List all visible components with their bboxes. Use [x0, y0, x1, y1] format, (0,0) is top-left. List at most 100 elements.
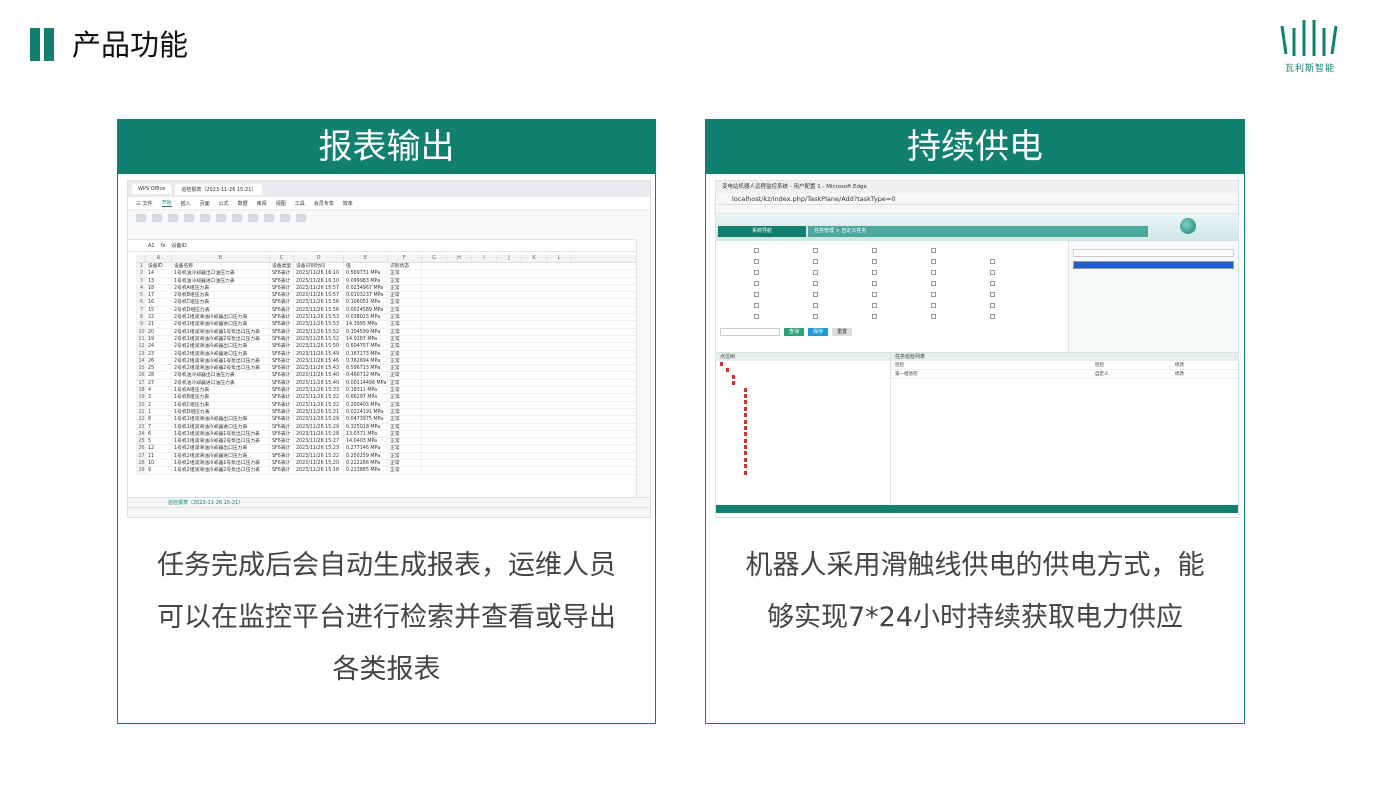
table-cell[interactable]: 2号机油冷却器进口油压力表 — [172, 379, 270, 387]
table-cell[interactable]: SF6表计 — [270, 401, 294, 408]
table-cell[interactable]: 正常 — [388, 321, 422, 328]
save-button[interactable]: 保存 — [808, 328, 828, 336]
table-cell[interactable]: 2023/11/26 15:40 — [294, 379, 344, 387]
table-cell[interactable]: 正常 — [388, 401, 422, 408]
table-cell[interactable]: 0.460712 MPa — [344, 372, 388, 379]
table-cell[interactable]: 21 — [146, 321, 172, 328]
table-cell[interactable]: 正常 — [388, 394, 422, 401]
table-cell[interactable]: 0.0024589 MPa — [344, 306, 388, 314]
header-cell[interactable]: 设备识别时间 — [294, 263, 344, 270]
row-number[interactable]: 24 — [136, 430, 146, 438]
table-cell[interactable]: 2号机2组润滑油冷却器进口压力表 — [172, 350, 270, 357]
table-row[interactable]: 6 16 2号机C组压力表 SF6表计 2023/11/26 15:56 0.106051… — [136, 299, 636, 307]
table-cell[interactable]: 0.596713 MPa — [344, 365, 388, 372]
table-cell[interactable]: 2号机2组润滑油冷却器2号泵出口压力表 — [172, 365, 270, 372]
table-cell[interactable]: SF6表计 — [270, 460, 294, 467]
menu-member[interactable]: 会员专享 — [314, 200, 334, 207]
table-cell[interactable]: 15 — [146, 306, 172, 314]
table-row[interactable]: 8 22 2号机1组润滑油冷却器出口压力表 SF6表计 2023/11/26 15:53… — [136, 314, 636, 322]
col-header[interactable]: B — [172, 255, 270, 262]
table-row[interactable]: 22 8 1号机1组润滑油冷却器出口压力表 SF6表计 2023/11/26 15:29… — [136, 416, 636, 424]
menu-formula[interactable]: 公式 — [219, 200, 229, 207]
col-header[interactable]: I — [472, 255, 497, 262]
table-cell[interactable]: 正常 — [388, 460, 422, 467]
table-cell[interactable]: 正常 — [388, 277, 422, 284]
table-cell[interactable]: 14.0287 MPa — [344, 335, 388, 343]
table-cell[interactable]: 0.66297 MPa — [344, 394, 388, 401]
table-cell[interactable]: 正常 — [388, 335, 422, 343]
ribbon-format-icon[interactable] — [232, 214, 242, 222]
row-number[interactable]: 22 — [136, 416, 146, 423]
filter-checkbox[interactable] — [813, 281, 818, 286]
table-cell[interactable]: 2023/11/26 15:29 — [294, 423, 344, 430]
ribbon-sum-icon[interactable] — [248, 214, 258, 222]
reset-button[interactable]: 重置 — [832, 328, 852, 336]
table-cell[interactable]: 2号机1组润滑油冷却器进口压力表 — [172, 321, 270, 328]
table-cell[interactable]: 0.250259 MPa — [344, 452, 388, 459]
table-cell[interactable]: 4 — [146, 387, 172, 394]
row-number[interactable]: 7 — [136, 306, 146, 314]
filter-checkbox[interactable] — [931, 292, 936, 297]
table-row[interactable]: 11 19 2号机1组润滑油冷却器2号泵出口压力表 SF6表计 2023/11/26 1… — [136, 335, 636, 344]
table-cell[interactable]: 6 — [146, 430, 172, 438]
table-cell[interactable]: 1号机油冷却器出口油压力表 — [172, 270, 270, 277]
table-cell[interactable]: 2023/11/26 15:33 — [294, 387, 344, 394]
table-cell[interactable]: 2 — [146, 401, 172, 408]
filter-checkbox[interactable] — [813, 270, 818, 275]
table-cell[interactable]: 正常 — [388, 430, 422, 438]
row-number[interactable]: 5 — [136, 292, 146, 299]
table-cell[interactable]: 1号机1组润滑油冷却器进口压力表 — [172, 423, 270, 430]
table-cell[interactable]: 0.200403 MPa — [344, 401, 388, 408]
table-cell[interactable]: 正常 — [388, 357, 422, 365]
row-number[interactable]: 4 — [136, 284, 146, 292]
table-cell[interactable]: SF6表计 — [270, 438, 294, 445]
table-cell[interactable]: 1号机油冷却器进口油压力表 — [172, 277, 270, 284]
table-cell[interactable]: 1号机2组润滑油冷却器出口压力表 — [172, 445, 270, 452]
menu-review[interactable]: 审阅 — [257, 200, 267, 207]
table-cell[interactable]: 2023/11/26 15:29 — [294, 416, 344, 423]
point-tree[interactable] — [716, 361, 890, 476]
header-cell[interactable]: 值 — [344, 263, 388, 270]
table-cell[interactable]: 正常 — [388, 270, 422, 277]
table-cell[interactable]: 0.0473975 MPa — [344, 416, 388, 423]
wps-file-tab[interactable]: 巡检报表（2023-11-26 15:21） — [175, 183, 263, 195]
table-cell[interactable]: 2号机C组压力表 — [172, 299, 270, 306]
table-cell[interactable]: 2号机1组润滑油冷却器出口压力表 — [172, 314, 270, 321]
row-number[interactable]: 21 — [136, 408, 146, 416]
table-cell[interactable]: 3 — [146, 394, 172, 401]
filter-checkbox[interactable] — [754, 281, 759, 286]
ribbon-sort-icon[interactable] — [280, 214, 290, 222]
table-cell[interactable]: SF6表计 — [270, 350, 294, 357]
col-header[interactable]: J — [497, 255, 522, 262]
table-cell[interactable]: 24 — [146, 343, 172, 350]
row-number[interactable]: 17 — [136, 379, 146, 387]
table-cell[interactable]: 0.277146 MPa — [344, 445, 388, 452]
table-cell[interactable]: 0.222266 MPa — [344, 460, 388, 467]
filter-checkbox[interactable] — [813, 248, 818, 253]
table-cell[interactable]: 2023/11/26 15:27 — [294, 438, 344, 445]
menu-tools[interactable]: 工具 — [295, 200, 305, 207]
table-cell[interactable]: 0.18311 MPa — [344, 387, 388, 394]
ribbon-align-icon[interactable] — [200, 214, 210, 222]
table-row[interactable]: 24 6 1号机1组润滑油冷却器1号泵出口压力表 SF6表计 2023/11/26 15… — [136, 430, 636, 439]
table-cell[interactable]: 2023/11/26 15:32 — [294, 394, 344, 401]
table-cell[interactable]: 正常 — [388, 379, 422, 387]
table-cell[interactable]: SF6表计 — [270, 408, 294, 416]
table-cell[interactable]: 正常 — [388, 372, 422, 379]
menu-view[interactable]: 视图 — [276, 200, 286, 207]
table-cell[interactable]: 0.0224191 MPa — [344, 408, 388, 416]
table-cell[interactable]: SF6表计 — [270, 335, 294, 343]
filter-checkbox[interactable] — [872, 292, 877, 297]
ribbon-font-icon[interactable] — [168, 214, 178, 222]
table-row[interactable]: 10 20 2号机1组润滑油冷却器1号泵出口压力表 SF6表计 2023/11/26 1… — [136, 328, 636, 336]
table-cell[interactable]: 2023/11/26 15:28 — [294, 430, 344, 438]
row-number[interactable]: 29 — [136, 467, 146, 474]
filter-checkbox[interactable] — [931, 248, 936, 253]
table-cell[interactable]: 2023/11/26 15:52 — [294, 335, 344, 343]
table-cell[interactable]: 正常 — [388, 292, 422, 299]
table-row[interactable]: 4 18 2号机A组压力表 SF6表计 2023/11/26 15:57 0.023496… — [136, 284, 636, 293]
table-cell[interactable]: 正常 — [388, 467, 422, 474]
tree-node[interactable] — [716, 470, 890, 476]
system-nav-button[interactable]: 系统导航 — [718, 226, 806, 237]
table-row[interactable]: 23 7 1号机1组润滑油冷却器进口压力表 SF6表计 2023/11/26 15:29… — [136, 423, 636, 431]
